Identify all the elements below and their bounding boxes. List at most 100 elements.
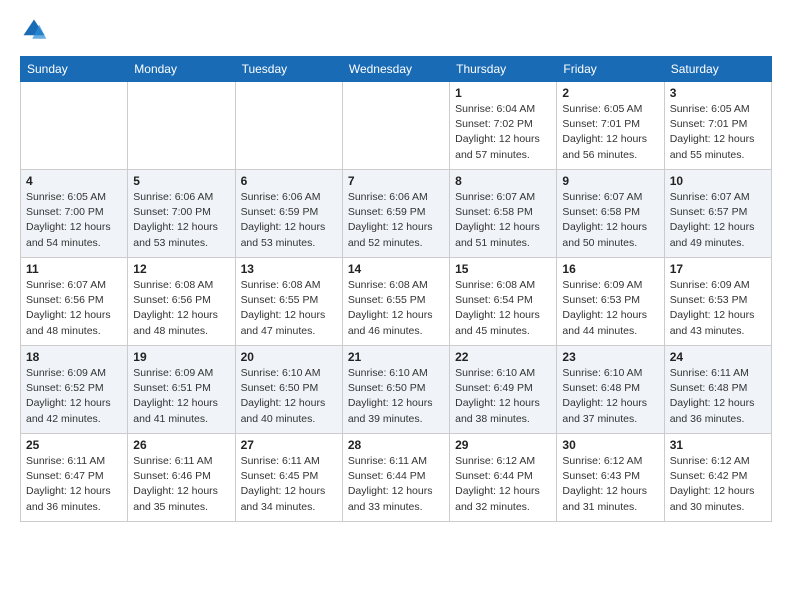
calendar-cell: 31Sunrise: 6:12 AMSunset: 6:42 PMDayligh… xyxy=(664,434,771,522)
day-info: Sunrise: 6:10 AMSunset: 6:50 PMDaylight:… xyxy=(348,366,444,427)
day-info: Sunrise: 6:11 AMSunset: 6:45 PMDaylight:… xyxy=(241,454,337,515)
day-info: Sunrise: 6:11 AMSunset: 6:44 PMDaylight:… xyxy=(348,454,444,515)
calendar-cell: 25 Sunrise: 6:11 AMSunset: 6:47 PMDayligh… xyxy=(21,434,128,522)
day-number: 14 xyxy=(348,262,444,276)
calendar-cell: 21 Sunrise: 6:10 AMSunset: 6:50 PMDayligh… xyxy=(342,346,449,434)
calendar-cell: 10 Sunrise: 6:07 AMSunset: 6:57 PMDayligh… xyxy=(664,170,771,258)
calendar-cell xyxy=(235,82,342,170)
day-info: Sunrise: 6:12 AMSunset: 6:43 PMDaylight:… xyxy=(562,454,658,515)
calendar-cell: 29 Sunrise: 6:12 AMSunset: 6:44 PMDayligh… xyxy=(450,434,557,522)
day-number: 24 xyxy=(670,350,766,364)
col-header-wednesday: Wednesday xyxy=(342,57,449,82)
day-number: 12 xyxy=(133,262,229,276)
col-header-tuesday: Tuesday xyxy=(235,57,342,82)
col-header-thursday: Thursday xyxy=(450,57,557,82)
day-info: Sunrise: 6:11 AMSunset: 6:47 PMDaylight:… xyxy=(26,454,122,515)
calendar-cell: 5 Sunrise: 6:06 AMSunset: 7:00 PMDaylight… xyxy=(128,170,235,258)
day-info: Sunrise: 6:05 AMSunset: 7:00 PMDaylight:… xyxy=(26,190,122,251)
calendar-cell: 14 Sunrise: 6:08 AMSunset: 6:55 PMDayligh… xyxy=(342,258,449,346)
day-info: Sunrise: 6:05 AMSunset: 7:01 PMDaylight:… xyxy=(670,102,766,163)
day-number: 2 xyxy=(562,86,658,100)
day-info: Sunrise: 6:08 AMSunset: 6:55 PMDaylight:… xyxy=(348,278,444,339)
day-number: 3 xyxy=(670,86,766,100)
day-number: 23 xyxy=(562,350,658,364)
calendar-cell xyxy=(21,82,128,170)
day-info: Sunrise: 6:08 AMSunset: 6:56 PMDaylight:… xyxy=(133,278,229,339)
calendar-cell: 23 Sunrise: 6:10 AMSunset: 6:48 PMDayligh… xyxy=(557,346,664,434)
day-info: Sunrise: 6:10 AMSunset: 6:50 PMDaylight:… xyxy=(241,366,337,427)
day-number: 9 xyxy=(562,174,658,188)
day-number: 27 xyxy=(241,438,337,452)
day-info: Sunrise: 6:12 AMSunset: 6:44 PMDaylight:… xyxy=(455,454,551,515)
calendar-cell: 17Sunrise: 6:09 AMSunset: 6:53 PMDayligh… xyxy=(664,258,771,346)
calendar-cell: 26 Sunrise: 6:11 AMSunset: 6:46 PMDayligh… xyxy=(128,434,235,522)
day-info: Sunrise: 6:06 AMSunset: 6:59 PMDaylight:… xyxy=(348,190,444,251)
day-info: Sunrise: 6:09 AMSunset: 6:52 PMDaylight:… xyxy=(26,366,122,427)
day-number: 22 xyxy=(455,350,551,364)
calendar-cell: 1 Sunrise: 6:04 AMSunset: 7:02 PMDaylight… xyxy=(450,82,557,170)
day-info: Sunrise: 6:10 AMSunset: 6:49 PMDaylight:… xyxy=(455,366,551,427)
calendar-cell: 24 Sunrise: 6:11 AMSunset: 6:48 PMDayligh… xyxy=(664,346,771,434)
day-info: Sunrise: 6:09 AMSunset: 6:51 PMDaylight:… xyxy=(133,366,229,427)
calendar-cell: 22 Sunrise: 6:10 AMSunset: 6:49 PMDayligh… xyxy=(450,346,557,434)
calendar-header: SundayMondayTuesdayWednesdayThursdayFrid… xyxy=(21,57,772,82)
day-number: 4 xyxy=(26,174,122,188)
day-info: Sunrise: 6:05 AMSunset: 7:01 PMDaylight:… xyxy=(562,102,658,163)
calendar-week-3: 11Sunrise: 6:07 AMSunset: 6:56 PMDayligh… xyxy=(21,258,772,346)
day-info: Sunrise: 6:08 AMSunset: 6:55 PMDaylight:… xyxy=(241,278,337,339)
day-number: 6 xyxy=(241,174,337,188)
day-info: Sunrise: 6:07 AMSunset: 6:58 PMDaylight:… xyxy=(455,190,551,251)
header-row: SundayMondayTuesdayWednesdayThursdayFrid… xyxy=(21,57,772,82)
calendar-cell: 6Sunrise: 6:06 AMSunset: 6:59 PMDaylight… xyxy=(235,170,342,258)
day-number: 7 xyxy=(348,174,444,188)
calendar-cell: 27 Sunrise: 6:11 AMSunset: 6:45 PMDayligh… xyxy=(235,434,342,522)
calendar-cell: 7 Sunrise: 6:06 AMSunset: 6:59 PMDaylight… xyxy=(342,170,449,258)
day-info: Sunrise: 6:10 AMSunset: 6:48 PMDaylight:… xyxy=(562,366,658,427)
col-header-saturday: Saturday xyxy=(664,57,771,82)
day-number: 30 xyxy=(562,438,658,452)
calendar-cell: 30 Sunrise: 6:12 AMSunset: 6:43 PMDayligh… xyxy=(557,434,664,522)
day-info: Sunrise: 6:07 AMSunset: 6:58 PMDaylight:… xyxy=(562,190,658,251)
calendar-week-4: 18 Sunrise: 6:09 AMSunset: 6:52 PMDayligh… xyxy=(21,346,772,434)
day-number: 13 xyxy=(241,262,337,276)
day-info: Sunrise: 6:04 AMSunset: 7:02 PMDaylight:… xyxy=(455,102,551,163)
day-info: Sunrise: 6:06 AMSunset: 7:00 PMDaylight:… xyxy=(133,190,229,251)
logo-icon xyxy=(20,16,48,44)
logo xyxy=(20,16,52,44)
calendar-cell: 3 Sunrise: 6:05 AMSunset: 7:01 PMDaylight… xyxy=(664,82,771,170)
day-number: 1 xyxy=(455,86,551,100)
calendar-cell: 2 Sunrise: 6:05 AMSunset: 7:01 PMDaylight… xyxy=(557,82,664,170)
col-header-monday: Monday xyxy=(128,57,235,82)
day-number: 28 xyxy=(348,438,444,452)
day-number: 29 xyxy=(455,438,551,452)
day-number: 15 xyxy=(455,262,551,276)
calendar-body: 1 Sunrise: 6:04 AMSunset: 7:02 PMDaylight… xyxy=(21,82,772,522)
day-info: Sunrise: 6:12 AMSunset: 6:42 PMDaylight:… xyxy=(670,454,766,515)
calendar-cell: 8 Sunrise: 6:07 AMSunset: 6:58 PMDaylight… xyxy=(450,170,557,258)
calendar-cell: 19Sunrise: 6:09 AMSunset: 6:51 PMDayligh… xyxy=(128,346,235,434)
calendar-cell: 15 Sunrise: 6:08 AMSunset: 6:54 PMDayligh… xyxy=(450,258,557,346)
day-number: 10 xyxy=(670,174,766,188)
calendar-cell xyxy=(128,82,235,170)
day-info: Sunrise: 6:07 AMSunset: 6:57 PMDaylight:… xyxy=(670,190,766,251)
page: SundayMondayTuesdayWednesdayThursdayFrid… xyxy=(0,0,792,538)
day-info: Sunrise: 6:11 AMSunset: 6:46 PMDaylight:… xyxy=(133,454,229,515)
calendar-cell: 13 Sunrise: 6:08 AMSunset: 6:55 PMDayligh… xyxy=(235,258,342,346)
day-info: Sunrise: 6:08 AMSunset: 6:54 PMDaylight:… xyxy=(455,278,551,339)
day-number: 17 xyxy=(670,262,766,276)
calendar-cell: 11Sunrise: 6:07 AMSunset: 6:56 PMDayligh… xyxy=(21,258,128,346)
calendar-week-1: 1 Sunrise: 6:04 AMSunset: 7:02 PMDaylight… xyxy=(21,82,772,170)
col-header-friday: Friday xyxy=(557,57,664,82)
calendar-cell: 9 Sunrise: 6:07 AMSunset: 6:58 PMDaylight… xyxy=(557,170,664,258)
day-info: Sunrise: 6:07 AMSunset: 6:56 PMDaylight:… xyxy=(26,278,122,339)
day-number: 5 xyxy=(133,174,229,188)
day-number: 26 xyxy=(133,438,229,452)
calendar-cell: 16Sunrise: 6:09 AMSunset: 6:53 PMDayligh… xyxy=(557,258,664,346)
day-number: 8 xyxy=(455,174,551,188)
col-header-sunday: Sunday xyxy=(21,57,128,82)
day-number: 18 xyxy=(26,350,122,364)
day-number: 25 xyxy=(26,438,122,452)
day-info: Sunrise: 6:11 AMSunset: 6:48 PMDaylight:… xyxy=(670,366,766,427)
calendar-week-2: 4 Sunrise: 6:05 AMSunset: 7:00 PMDaylight… xyxy=(21,170,772,258)
day-number: 21 xyxy=(348,350,444,364)
